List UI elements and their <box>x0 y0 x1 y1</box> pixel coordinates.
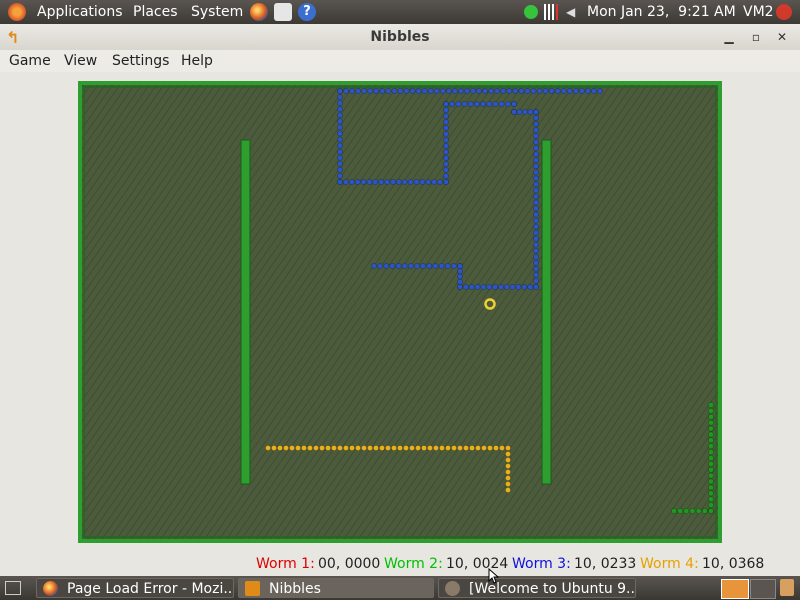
mouse-cursor <box>488 568 500 584</box>
status-bar: Worm 1: 00, 0000 Worm 2: 10, 0024 Worm 3… <box>0 552 800 576</box>
mail-launcher-icon[interactable] <box>274 3 292 21</box>
signal-strength-icon[interactable] <box>544 4 558 20</box>
nibbles-icon <box>245 581 260 596</box>
worm3-score: 10, 0233 <box>574 556 637 572</box>
worm4-score: 10, 0368 <box>702 556 765 572</box>
close-button[interactable]: ✕ <box>773 28 791 46</box>
window-title: Nibbles <box>370 29 430 45</box>
left-inner-wall <box>240 139 251 485</box>
user-name[interactable]: VM2 <box>743 0 774 24</box>
shutdown-icon[interactable] <box>776 4 792 20</box>
help-launcher-icon[interactable]: ? <box>298 3 316 21</box>
worm1-score: 00, 0000 <box>318 556 381 572</box>
trash-icon[interactable] <box>780 579 794 596</box>
menu-view[interactable]: View <box>64 50 97 72</box>
volume-icon[interactable]: ◀ <box>566 5 580 19</box>
menu-help[interactable]: Help <box>181 50 213 72</box>
browser-icon <box>445 581 460 596</box>
worm3-label: Worm 3: <box>512 556 571 572</box>
top-panel: Applications Places System ? ◀ Mon Jan 2… <box>0 0 800 24</box>
workspace-switcher[interactable] <box>750 579 776 599</box>
menu-bar: Game View Settings Help <box>0 50 800 72</box>
network-status-icon[interactable] <box>524 5 538 19</box>
system-menu[interactable]: System <box>191 0 243 24</box>
worm1-label: Worm 1: <box>256 556 315 572</box>
maximize-button[interactable]: ▫ <box>747 28 765 46</box>
menu-game[interactable]: Game <box>9 50 51 72</box>
task-nibbles[interactable]: Nibbles <box>238 578 434 598</box>
bottom-panel: Page Load Error - Mozi... Nibbles [Welco… <box>0 576 800 600</box>
playing-field <box>78 81 722 543</box>
ubuntu-logo-icon[interactable] <box>8 3 26 21</box>
right-inner-wall <box>541 139 552 485</box>
firefox-launcher-icon[interactable] <box>250 3 268 21</box>
workspace-switcher-active[interactable] <box>721 579 749 599</box>
places-menu[interactable]: Places <box>133 0 178 24</box>
clock[interactable]: Mon Jan 23, 9:21 AM <box>587 0 736 24</box>
task-firefox[interactable]: Page Load Error - Mozi... <box>36 578 234 598</box>
window-titlebar[interactable]: ↰ Nibbles ▁ ▫ ✕ <box>0 24 800 51</box>
game-board[interactable] <box>78 81 722 543</box>
firefox-icon <box>43 581 58 596</box>
worm2-label: Worm 2: <box>384 556 443 572</box>
applications-menu[interactable]: Applications <box>37 0 123 24</box>
worm4-label: Worm 4: <box>640 556 699 572</box>
minimize-button[interactable]: ▁ <box>720 28 738 46</box>
task-welcome[interactable]: [Welcome to Ubuntu 9.... <box>438 578 636 598</box>
menu-settings[interactable]: Settings <box>112 50 169 72</box>
show-desktop-icon[interactable] <box>5 581 21 595</box>
